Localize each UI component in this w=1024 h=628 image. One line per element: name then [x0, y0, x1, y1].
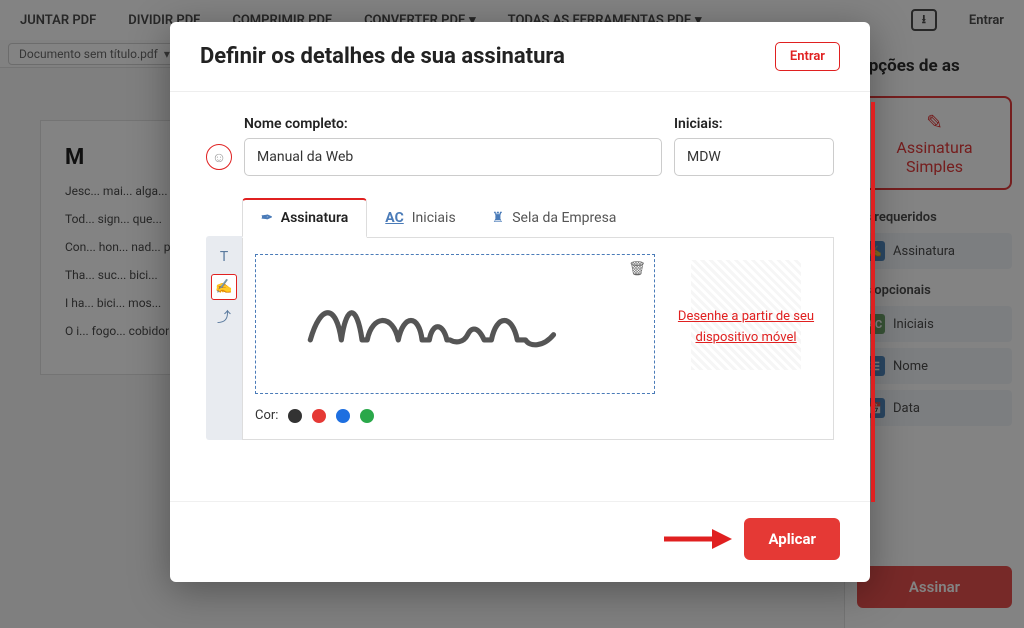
upload-tool[interactable]: ⤴ [211, 304, 237, 330]
tab-signature[interactable]: ✒ Assinatura [242, 198, 367, 238]
side-tools: T ✍ ⤴ [206, 236, 242, 440]
initials-ac-icon: AC [385, 210, 403, 226]
fullname-input[interactable] [244, 138, 662, 176]
tab-company-seal[interactable]: ♜ Sela da Empresa [474, 198, 635, 237]
pen-icon: ✒ [261, 210, 273, 226]
mobile-draw-link[interactable]: Desenhe a partir de seu dispositivo móve… [671, 307, 821, 349]
apply-button[interactable]: Aplicar [744, 518, 840, 560]
draw-tool[interactable]: ✍ [211, 274, 237, 300]
tab-strip: ✒ Assinatura AC Iniciais ♜ Sela da Empre… [242, 198, 834, 238]
color-green[interactable] [360, 409, 374, 423]
avatar-icon: ☺ [206, 144, 232, 170]
drawn-signature [296, 283, 614, 366]
color-label: Cor: [255, 408, 278, 423]
color-blue[interactable] [336, 409, 350, 423]
color-black[interactable] [288, 409, 302, 423]
initials-input[interactable] [674, 138, 834, 176]
signature-canvas[interactable]: 🗑 [255, 254, 655, 394]
qr-mobile-area[interactable]: Desenhe a partir de seu dispositivo móve… [671, 254, 821, 394]
color-picker: Cor: [255, 408, 821, 423]
stamp-icon: ♜ [492, 210, 505, 226]
modal-title: Definir os detalhes de sua assinatura [200, 44, 565, 69]
color-red[interactable] [312, 409, 326, 423]
tab-initials[interactable]: AC Iniciais [367, 198, 473, 237]
trash-icon[interactable]: 🗑 [628, 261, 646, 277]
signature-modal: Definir os detalhes de sua assinatura En… [170, 22, 870, 582]
modal-entrar-button[interactable]: Entrar [775, 42, 840, 71]
text-tool[interactable]: T [211, 244, 237, 270]
scrollbar-indicator[interactable] [871, 102, 875, 502]
annotation-arrow [662, 527, 732, 551]
initials-label: Iniciais: [674, 116, 834, 132]
fullname-label: Nome completo: [244, 116, 662, 132]
